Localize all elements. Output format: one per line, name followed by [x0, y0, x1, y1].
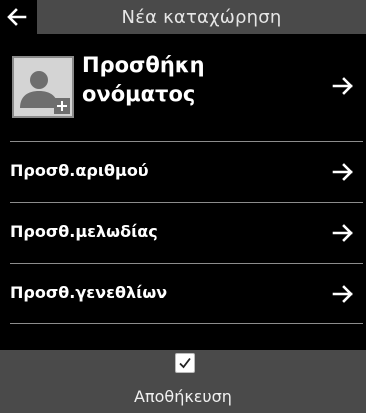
- save-label: Αποθήκευση: [134, 387, 232, 406]
- add-number-label: Προσθ.αριθμού: [10, 161, 149, 180]
- contact-add-icon: [12, 56, 74, 118]
- checkmark-icon: [175, 353, 195, 373]
- add-name-row[interactable]: Προσθήκη ονόματος: [0, 34, 366, 141]
- arrow-right-icon: [332, 224, 353, 242]
- add-number-row[interactable]: Προσθ.αριθμού: [0, 142, 366, 202]
- divider: [10, 323, 363, 324]
- add-birthday-label: Προσθ.γενεθλίων: [10, 283, 168, 302]
- add-melody-label: Προσθ.μελωδίας: [10, 222, 158, 241]
- arrow-right-icon: [332, 163, 353, 181]
- save-button[interactable]: Αποθήκευση: [0, 350, 366, 413]
- header: Νέα καταχώρηση: [0, 0, 366, 34]
- arrow-left-icon: [7, 8, 27, 26]
- arrow-right-icon: [332, 285, 353, 303]
- page-title: Νέα καταχώρηση: [37, 0, 366, 34]
- back-button[interactable]: [0, 0, 34, 34]
- add-melody-row[interactable]: Προσθ.μελωδίας: [0, 203, 366, 263]
- add-birthday-row[interactable]: Προσθ.γενεθλίων: [0, 264, 366, 324]
- add-name-label-line2: ονόματος: [82, 82, 196, 106]
- add-name-label-line1: Προσθήκη: [82, 53, 205, 77]
- add-name-label: Προσθήκη ονόματος: [82, 51, 205, 109]
- arrow-right-icon: [332, 77, 353, 95]
